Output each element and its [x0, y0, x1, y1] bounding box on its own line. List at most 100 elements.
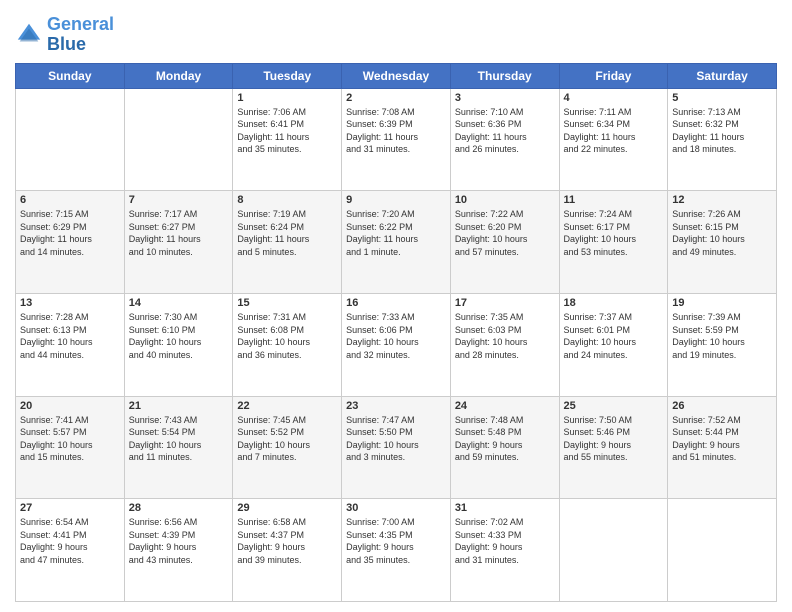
day-info: Sunrise: 7:20 AMSunset: 6:22 PMDaylight:…: [346, 208, 446, 258]
calendar-cell: [16, 88, 125, 191]
day-info: Sunrise: 7:43 AMSunset: 5:54 PMDaylight:…: [129, 414, 229, 464]
calendar-cell: [124, 88, 233, 191]
calendar-cell: [668, 499, 777, 602]
col-header-thursday: Thursday: [450, 63, 559, 88]
day-info: Sunrise: 7:28 AMSunset: 6:13 PMDaylight:…: [20, 311, 120, 361]
logo: General Blue: [15, 15, 114, 55]
day-info: Sunrise: 6:54 AMSunset: 4:41 PMDaylight:…: [20, 516, 120, 566]
calendar-cell: 20 Sunrise: 7:41 AMSunset: 5:57 PMDayligh…: [16, 396, 125, 499]
col-header-tuesday: Tuesday: [233, 63, 342, 88]
week-row-4: 27 Sunrise: 6:54 AMSunset: 4:41 PMDayligh…: [16, 499, 777, 602]
calendar-cell: 5Sunrise: 7:13 AMSunset: 6:32 PMDaylight…: [668, 88, 777, 191]
calendar-cell: 26 Sunrise: 7:52 AMSunset: 5:44 PMDayligh…: [668, 396, 777, 499]
day-info: Sunrise: 7:52 AMSunset: 5:44 PMDaylight:…: [672, 414, 772, 464]
calendar-cell: 16Sunrise: 7:33 AMSunset: 6:06 PMDayligh…: [342, 293, 451, 396]
day-info: Sunrise: 7:37 AMSunset: 6:01 PMDaylight:…: [564, 311, 664, 361]
logo-text: General Blue: [47, 15, 114, 55]
calendar-cell: 19 Sunrise: 7:39 AMSunset: 5:59 PMDayligh…: [668, 293, 777, 396]
calendar-cell: 23Sunrise: 7:47 AMSunset: 5:50 PMDayligh…: [342, 396, 451, 499]
week-row-3: 20 Sunrise: 7:41 AMSunset: 5:57 PMDayligh…: [16, 396, 777, 499]
calendar-cell: 21 Sunrise: 7:43 AMSunset: 5:54 PMDayligh…: [124, 396, 233, 499]
day-info: Sunrise: 7:06 AMSunset: 6:41 PMDaylight:…: [237, 106, 337, 156]
day-number: 6: [20, 194, 120, 206]
day-info: Sunrise: 7:26 AMSunset: 6:15 PMDaylight:…: [672, 208, 772, 258]
week-row-1: 6 Sunrise: 7:15 AMSunset: 6:29 PMDaylight…: [16, 191, 777, 294]
week-row-2: 13 Sunrise: 7:28 AMSunset: 6:13 PMDayligh…: [16, 293, 777, 396]
day-info: Sunrise: 7:50 AMSunset: 5:46 PMDaylight:…: [564, 414, 664, 464]
calendar-cell: 8 Sunrise: 7:19 AMSunset: 6:24 PMDaylight…: [233, 191, 342, 294]
day-number: 12: [672, 194, 772, 206]
calendar-cell: 31 Sunrise: 7:02 AMSunset: 4:33 PMDayligh…: [450, 499, 559, 602]
day-number: 4: [564, 92, 664, 104]
day-number: 21: [129, 400, 229, 412]
day-number: 16: [346, 297, 446, 309]
day-number: 31: [455, 502, 555, 514]
day-info: Sunrise: 7:48 AMSunset: 5:48 PMDaylight:…: [455, 414, 555, 464]
calendar-cell: 6 Sunrise: 7:15 AMSunset: 6:29 PMDaylight…: [16, 191, 125, 294]
week-row-0: 1 Sunrise: 7:06 AMSunset: 6:41 PMDaylight…: [16, 88, 777, 191]
calendar-cell: 28 Sunrise: 6:56 AMSunset: 4:39 PMDayligh…: [124, 499, 233, 602]
day-info: Sunrise: 7:19 AMSunset: 6:24 PMDaylight:…: [237, 208, 337, 258]
calendar-cell: 22 Sunrise: 7:45 AMSunset: 5:52 PMDayligh…: [233, 396, 342, 499]
day-number: 8: [237, 194, 337, 206]
day-info: Sunrise: 6:58 AMSunset: 4:37 PMDaylight:…: [237, 516, 337, 566]
day-number: 9: [346, 194, 446, 206]
day-number: 10: [455, 194, 555, 206]
day-number: 17: [455, 297, 555, 309]
day-info: Sunrise: 7:31 AMSunset: 6:08 PMDaylight:…: [237, 311, 337, 361]
day-info: Sunrise: 7:30 AMSunset: 6:10 PMDaylight:…: [129, 311, 229, 361]
logo-icon: [15, 21, 43, 49]
day-number: 14: [129, 297, 229, 309]
day-number: 7: [129, 194, 229, 206]
calendar-cell: 1 Sunrise: 7:06 AMSunset: 6:41 PMDaylight…: [233, 88, 342, 191]
col-header-sunday: Sunday: [16, 63, 125, 88]
page: General Blue SundayMondayTuesdayWednesda…: [0, 0, 792, 612]
day-number: 19: [672, 297, 772, 309]
day-number: 3: [455, 92, 555, 104]
day-info: Sunrise: 7:22 AMSunset: 6:20 PMDaylight:…: [455, 208, 555, 258]
day-number: 11: [564, 194, 664, 206]
calendar-cell: 2Sunrise: 7:08 AMSunset: 6:39 PMDaylight…: [342, 88, 451, 191]
col-header-wednesday: Wednesday: [342, 63, 451, 88]
day-number: 26: [672, 400, 772, 412]
calendar-cell: 30Sunrise: 7:00 AMSunset: 4:35 PMDayligh…: [342, 499, 451, 602]
calendar-cell: 29 Sunrise: 6:58 AMSunset: 4:37 PMDayligh…: [233, 499, 342, 602]
day-number: 13: [20, 297, 120, 309]
day-info: Sunrise: 7:45 AMSunset: 5:52 PMDaylight:…: [237, 414, 337, 464]
col-header-saturday: Saturday: [668, 63, 777, 88]
day-info: Sunrise: 7:15 AMSunset: 6:29 PMDaylight:…: [20, 208, 120, 258]
calendar-table: SundayMondayTuesdayWednesdayThursdayFrid…: [15, 63, 777, 602]
day-info: Sunrise: 7:11 AMSunset: 6:34 PMDaylight:…: [564, 106, 664, 156]
header-row: SundayMondayTuesdayWednesdayThursdayFrid…: [16, 63, 777, 88]
calendar-cell: 25 Sunrise: 7:50 AMSunset: 5:46 PMDayligh…: [559, 396, 668, 499]
day-info: Sunrise: 7:02 AMSunset: 4:33 PMDaylight:…: [455, 516, 555, 566]
col-header-friday: Friday: [559, 63, 668, 88]
day-number: 27: [20, 502, 120, 514]
day-number: 20: [20, 400, 120, 412]
day-number: 18: [564, 297, 664, 309]
calendar-cell: 13 Sunrise: 7:28 AMSunset: 6:13 PMDayligh…: [16, 293, 125, 396]
calendar-cell: 14 Sunrise: 7:30 AMSunset: 6:10 PMDayligh…: [124, 293, 233, 396]
day-info: Sunrise: 7:39 AMSunset: 5:59 PMDaylight:…: [672, 311, 772, 361]
col-header-monday: Monday: [124, 63, 233, 88]
day-number: 1: [237, 92, 337, 104]
day-number: 25: [564, 400, 664, 412]
day-info: Sunrise: 7:35 AMSunset: 6:03 PMDaylight:…: [455, 311, 555, 361]
day-number: 28: [129, 502, 229, 514]
day-number: 22: [237, 400, 337, 412]
day-info: Sunrise: 7:00 AMSunset: 4:35 PMDaylight:…: [346, 516, 446, 566]
calendar-cell: 24 Sunrise: 7:48 AMSunset: 5:48 PMDayligh…: [450, 396, 559, 499]
calendar-cell: 11Sunrise: 7:24 AMSunset: 6:17 PMDayligh…: [559, 191, 668, 294]
day-number: 23: [346, 400, 446, 412]
calendar-cell: 3Sunrise: 7:10 AMSunset: 6:36 PMDaylight…: [450, 88, 559, 191]
day-info: Sunrise: 7:41 AMSunset: 5:57 PMDaylight:…: [20, 414, 120, 464]
day-number: 29: [237, 502, 337, 514]
day-number: 24: [455, 400, 555, 412]
calendar-cell: 27 Sunrise: 6:54 AMSunset: 4:41 PMDayligh…: [16, 499, 125, 602]
calendar-cell: 12 Sunrise: 7:26 AMSunset: 6:15 PMDayligh…: [668, 191, 777, 294]
calendar-cell: 10 Sunrise: 7:22 AMSunset: 6:20 PMDayligh…: [450, 191, 559, 294]
day-info: Sunrise: 7:08 AMSunset: 6:39 PMDaylight:…: [346, 106, 446, 156]
day-info: Sunrise: 6:56 AMSunset: 4:39 PMDaylight:…: [129, 516, 229, 566]
day-info: Sunrise: 7:17 AMSunset: 6:27 PMDaylight:…: [129, 208, 229, 258]
calendar-cell: [559, 499, 668, 602]
